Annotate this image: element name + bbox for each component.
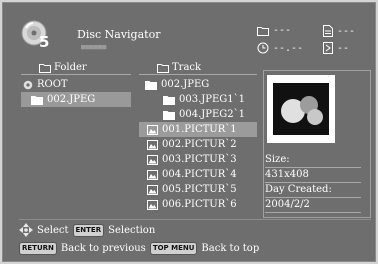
footer-row-select: Select ENTER Selection <box>19 221 375 239</box>
track-item-folder[interactable]: 004.JPEG2`1 <box>139 107 257 122</box>
disc-navigator-screen: 5 Disc Navigator ■■■■■■ --- --- --.-- --… <box>2 2 376 262</box>
return-hint-label: Back to previous <box>60 242 146 254</box>
track-item-label: 006.PICTUR`6 <box>162 199 237 210</box>
divider <box>265 212 361 213</box>
folder-icon <box>31 95 43 105</box>
page-subtitle: ■■■■■■ <box>81 43 107 51</box>
dpad-icon <box>19 223 33 237</box>
track-item-label: 004.PICTUR`4 <box>162 169 237 180</box>
track-item-label: 001.PICTUR`1 <box>162 124 237 135</box>
picture-icon <box>147 184 158 195</box>
clock-icon <box>257 42 269 54</box>
folder-item-label: 002.JPEG <box>47 94 96 105</box>
divider <box>265 197 361 198</box>
folder-list: ROOT 002.JPEG <box>21 77 131 107</box>
picture-icon <box>147 154 158 165</box>
track-item-label: 002.JPEG <box>161 79 210 90</box>
file-info-value: --- <box>337 25 356 37</box>
size-value: 431x408 <box>265 169 309 180</box>
date-label: Day Created: <box>265 184 332 195</box>
picture-icon <box>147 139 158 150</box>
track-item-label: 003.JPEG1`1 <box>179 94 246 105</box>
time-info: --.-- <box>257 42 303 54</box>
topmenu-key-badge: TOP MENU <box>149 241 198 255</box>
topmenu-hint-label: Back to top <box>201 242 260 254</box>
track-item-picture[interactable]: 003.PICTUR`3 <box>139 152 257 167</box>
chapter-info-value: -- <box>337 42 350 54</box>
picture-icon <box>147 124 158 135</box>
folder-info-value: --- <box>273 25 292 36</box>
track-item-label: 003.PICTUR`3 <box>162 154 237 165</box>
track-item-label: 004.JPEG2`1 <box>179 109 246 120</box>
track-column-label: Track <box>172 62 202 73</box>
track-item-label: 002.PICTUR`2 <box>162 139 237 150</box>
divider <box>265 182 361 183</box>
folder-outline-icon <box>257 26 269 36</box>
size-label: Size: <box>265 154 290 165</box>
picture-icon <box>147 199 158 210</box>
track-item-picture[interactable]: 004.PICTUR`4 <box>139 167 257 182</box>
track-item-folder[interactable]: 003.JPEG1`1 <box>139 92 257 107</box>
file-info: --- <box>323 25 355 37</box>
picture-icon <box>147 169 158 180</box>
chapter-icon <box>323 42 333 54</box>
folder-column-header: Folder <box>21 61 131 75</box>
page-title: Disc Navigator <box>77 28 161 41</box>
track-item-picture[interactable]: 006.PICTUR`6 <box>139 197 257 212</box>
enter-key-badge: ENTER <box>72 223 105 237</box>
enter-hint-label: Selection <box>108 224 156 236</box>
folder-column-label: Folder <box>54 62 87 73</box>
folder-item-label: ROOT <box>37 79 68 90</box>
preview-thumbnail <box>267 75 335 143</box>
folder-outline-icon <box>157 63 169 73</box>
folder-icon <box>145 80 157 90</box>
track-item-picture[interactable]: 005.PICTUR`5 <box>139 182 257 197</box>
folder-info: --- <box>257 25 291 36</box>
track-item-folder[interactable]: 002.JPEG <box>139 77 257 92</box>
track-item-label: 005.PICTUR`5 <box>162 184 237 195</box>
folder-icon <box>163 110 175 120</box>
divider <box>265 167 361 168</box>
folder-icon <box>163 95 175 105</box>
date-value: 2004/2/2 <box>265 199 310 210</box>
select-hint-label: Select <box>37 224 69 236</box>
footer-help: Select ENTER Selection RETURN Back to pr… <box>19 221 375 257</box>
footer-divider <box>19 219 371 220</box>
disc-icon <box>23 80 33 89</box>
track-column-header: Track <box>139 61 257 75</box>
folder-outline-icon <box>39 63 51 73</box>
disc-count: 5 <box>39 33 50 51</box>
track-item-picture[interactable]: 002.PICTUR`2 <box>139 137 257 152</box>
footer-row-nav: RETURN Back to previous TOP MENU Back to… <box>19 239 375 257</box>
track-item-picture-selected[interactable]: 001.PICTUR`1 <box>139 122 257 137</box>
return-key-badge: RETURN <box>19 241 57 255</box>
chapter-info: -- <box>323 42 349 54</box>
time-info-value: --.-- <box>273 42 304 54</box>
folder-item-root[interactable]: ROOT <box>21 77 131 92</box>
track-list: 002.JPEG 003.JPEG1`1 004.JPEG2`1 001.PIC… <box>139 77 257 212</box>
folder-item-002-jpeg[interactable]: 002.JPEG <box>21 92 131 107</box>
file-icon <box>323 25 333 37</box>
header: 5 Disc Navigator ■■■■■■ --- --- --.-- -- <box>3 3 375 55</box>
